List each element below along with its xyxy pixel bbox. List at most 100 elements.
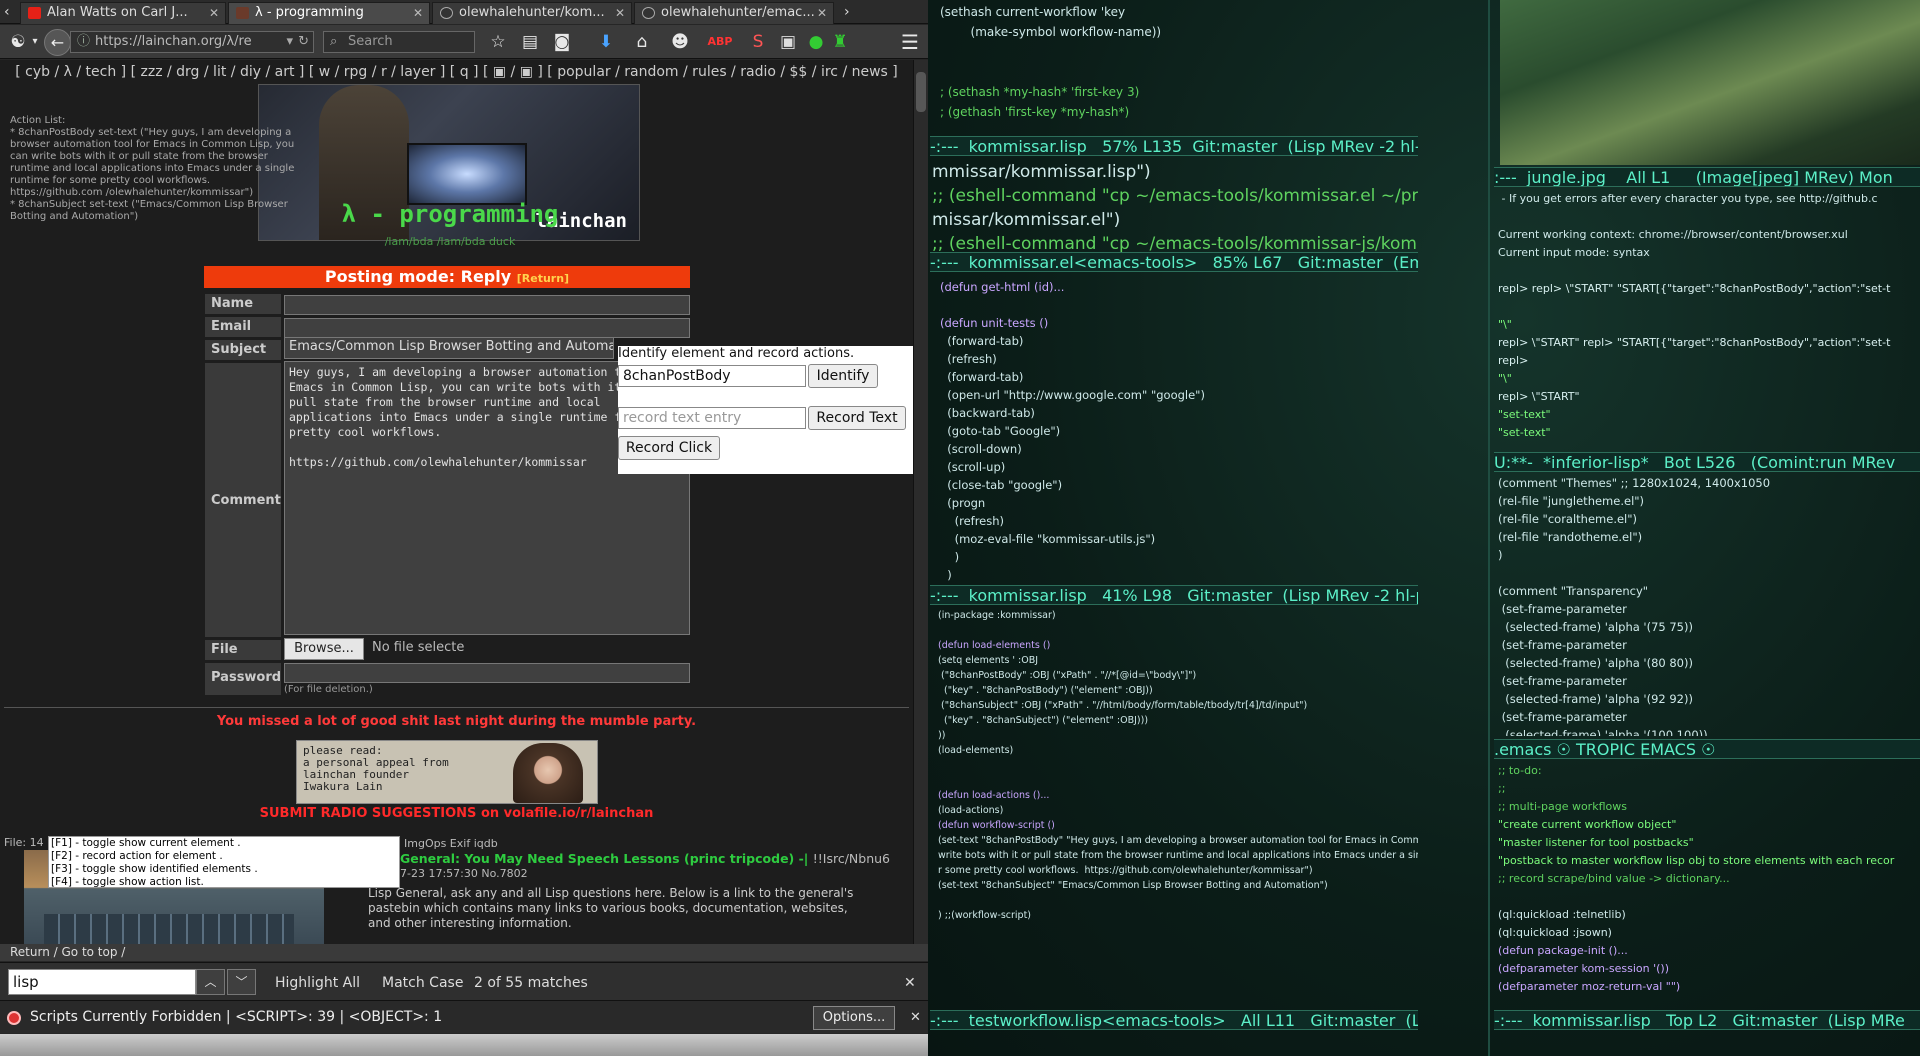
code-line: (selected-frame) 'alpha '(92 92))	[1498, 692, 1693, 706]
code-line: )	[1498, 548, 1503, 562]
code-line: ("8chanSubject" :OBJ ("xPath" . "//html/…	[938, 700, 1308, 711]
radio-link[interactable]: SUBMIT RADIO SUGGESTIONS on volafile.io/…	[0, 806, 913, 821]
record-text-button[interactable]: Record Text	[808, 406, 906, 430]
code-line: (load-elements)	[938, 745, 1014, 756]
chat-icon[interactable]: ☻	[666, 25, 694, 59]
scrollbar-thumb[interactable]	[916, 72, 926, 112]
return-link[interactable]: [Return]	[517, 272, 569, 285]
code-line: "\"	[1498, 372, 1512, 385]
code-line: (open-url "http://www.google.com" "googl…	[940, 388, 1205, 402]
translate-icon[interactable]: ▣	[774, 25, 802, 59]
tab-scroll-right-icon[interactable]: ›	[844, 2, 850, 22]
code-line: (defun workflow-script ()	[938, 820, 1055, 831]
close-icon[interactable]: ✕	[910, 1001, 921, 1034]
email-field[interactable]	[284, 318, 690, 338]
element-name-input[interactable]: 8chanPostBody	[618, 365, 806, 387]
dropdown-icon[interactable]: ▾	[28, 25, 42, 59]
tab-bar: ‹ Alan Watts on Carl J... ✕ λ - programm…	[0, 0, 928, 24]
board-navigation[interactable]: [ cyb / λ / tech ] [ zzz / drg / lit / d…	[0, 64, 913, 80]
record-text-input[interactable]: record text entry	[618, 407, 806, 429]
kommissar-lisp-wide-window[interactable]: mmissar/kommissar.lisp") ;; (eshell-comma…	[932, 160, 1418, 256]
code-line: (rel-file "jungletheme.el")	[1498, 494, 1645, 508]
moz-repl-window[interactable]: - If you get errors after every characte…	[1498, 190, 1920, 442]
tab-scroll-left-icon[interactable]: ‹	[4, 2, 10, 22]
code-line: ))	[938, 730, 946, 741]
kommissar-todo-window[interactable]: ;; to-do:;; ;; multi-page workflows "crea…	[1498, 762, 1920, 1008]
no-file-selected: No file selecte	[372, 640, 465, 655]
identify-button[interactable]: Identify	[808, 364, 878, 388]
kommissar-overlay: Identify element and record actions. 8ch…	[618, 346, 913, 474]
hamburger-menu-icon[interactable]: ☰	[896, 25, 924, 59]
code-line: ) ;;(workflow-script)	[938, 910, 1031, 921]
options-button[interactable]: Options...	[813, 1006, 895, 1030]
close-icon[interactable]: ✕	[209, 3, 219, 23]
modeline-kommissar-lisp-top: -:--- kommissar.lisp Top L2 Git:master (…	[1494, 1010, 1920, 1030]
tab-lambda-programming[interactable]: λ - programming ✕	[228, 2, 430, 24]
code-line: (set-frame-parameter	[1498, 674, 1627, 688]
pocket-icon[interactable]: ◙	[548, 25, 576, 59]
window-divider[interactable]	[1488, 0, 1490, 1056]
github-icon	[642, 7, 655, 19]
post-date[interactable]: 7-23 17:57:30 No.7802	[400, 867, 528, 880]
dropdown-icon[interactable]: ▾	[286, 32, 293, 52]
code-line: (defparameter kom-session '())	[1498, 962, 1669, 975]
kommissar-lisp-window-bottom[interactable]: (in-package :kommissar) (defun load-eleme…	[938, 608, 1418, 1008]
navigation-toolbar: ☯ ▾ ← ⓘ https://lainchan.org/λ/re ▾ ↻ ⌕ …	[0, 25, 928, 59]
download-icon[interactable]: ⬇	[592, 25, 620, 59]
action-list-title: Action List:	[10, 115, 66, 126]
name-field[interactable]	[284, 295, 690, 315]
tab-alan-watts[interactable]: Alan Watts on Carl J... ✕	[20, 2, 226, 24]
adblock-icon[interactable]: ABP	[706, 25, 734, 59]
close-icon[interactable]: ✕	[615, 3, 625, 23]
code-line: (forward-tab)	[940, 334, 1024, 348]
appeal-banner[interactable]: please read: a personal appeal from lain…	[296, 740, 598, 804]
search-placeholder: Search	[348, 34, 393, 49]
kommissar-lisp-window-top[interactable]: (sethash current-workflow 'key (make-sym…	[940, 2, 1420, 132]
action-list-item: * 8chanSubject set-text ("Emacs/Common L…	[10, 199, 288, 222]
github-icon	[440, 7, 453, 19]
greasemonkey-icon[interactable]: ♜	[826, 25, 854, 59]
reload-icon[interactable]: ↻	[298, 32, 309, 52]
desktop: ‹ Alan Watts on Carl J... ✕ λ - programm…	[0, 0, 1920, 1056]
close-icon[interactable]: ✕	[904, 975, 916, 991]
back-button[interactable]: ←	[44, 29, 71, 56]
code-line: (defun unit-tests ()	[940, 316, 1049, 330]
find-previous-icon[interactable]: ︿	[196, 969, 225, 995]
code-line: (comment "Themes" ;; 1280x1024, 1400x105…	[1498, 476, 1771, 490]
image-options[interactable]: ImgOps Exif iqdb	[404, 837, 498, 850]
code-line: (backward-tab)	[940, 406, 1035, 420]
password-note: (For file deletion.)	[284, 684, 373, 695]
tab-github-kommissar[interactable]: olewhalehunter/kom... ✕	[432, 2, 632, 24]
status-bar[interactable]: Return / Go to top /	[0, 944, 928, 961]
posting-mode-label: Posting mode: Reply	[324, 267, 512, 286]
kommissar-el-window[interactable]: (defun get-html (id)... (defun unit-tests…	[940, 278, 1420, 582]
help-line: [F4] - toggle show action list.	[51, 876, 204, 888]
highlight-all-checkbox[interactable]: Highlight All	[275, 975, 360, 991]
reading-list-icon[interactable]: ▤	[516, 25, 544, 59]
help-line: [F3] - toggle show identified elements .	[51, 863, 258, 875]
find-input[interactable]: lisp	[8, 969, 196, 995]
password-field[interactable]	[284, 663, 690, 683]
noscript-icon[interactable]: S	[744, 25, 772, 59]
close-icon[interactable]: ✕	[413, 3, 423, 23]
code-line: repl> \"START" repl> "START[{"target":"8…	[1498, 336, 1891, 349]
find-next-icon[interactable]: ﹀	[227, 969, 256, 995]
page-scrollbar[interactable]	[913, 60, 928, 944]
code-line: - If you get errors after every characte…	[1498, 192, 1878, 205]
code-line: )	[940, 568, 952, 582]
bookmark-star-icon[interactable]: ☆	[484, 25, 512, 59]
code-line: ;; to-do:	[1498, 764, 1542, 777]
match-case-checkbox[interactable]: Match Case	[382, 975, 463, 991]
close-icon[interactable]: ✕	[817, 3, 827, 23]
home-icon[interactable]: ⌂	[628, 25, 656, 59]
menu-firefox-icon[interactable]: ☯	[6, 25, 30, 59]
tab-github-emacs[interactable]: olewhalehunter/emac... ✕	[634, 2, 834, 24]
url-bar[interactable]: ⓘ https://lainchan.org/λ/re ▾ ↻	[70, 31, 314, 53]
browse-button[interactable]: Browse...	[284, 638, 364, 660]
inferior-lisp-window[interactable]: (comment "Themes" ;; 1280x1024, 1400x105…	[1498, 474, 1920, 736]
record-click-button[interactable]: Record Click	[618, 436, 720, 460]
firefox-window: ‹ Alan Watts on Carl J... ✕ λ - programm…	[0, 0, 928, 1056]
search-input[interactable]: ⌕ Search	[323, 31, 475, 53]
subject-field[interactable]: Emacs/Common Lisp Browser Botting and Au…	[284, 337, 614, 359]
code-line: (ql:quickload :telnetlib)	[1498, 908, 1626, 921]
